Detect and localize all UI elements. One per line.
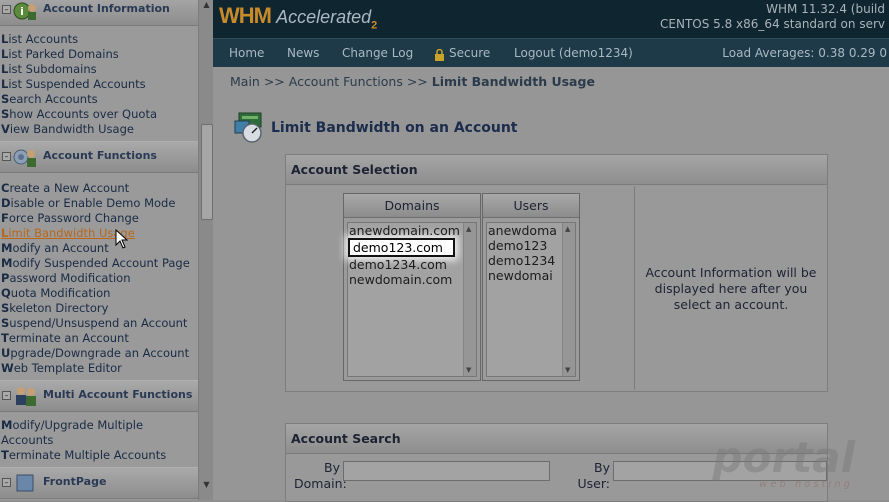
sidebar-item-skeleton-directory[interactable]: Skeleton Directory	[1, 301, 213, 316]
server-text: CENTOS 5.8 x86_64 standard on serv	[660, 17, 885, 31]
scroll-up-arrow-icon[interactable]: ▲	[199, 0, 214, 12]
main-content: WHM Accelerated2 WHM 11.32.4 (build CENT…	[213, 0, 889, 502]
sidebar-item-list-accounts[interactable]: List Accounts	[1, 32, 213, 47]
sidebar-item-list-subdomains[interactable]: List Subdomains	[1, 62, 213, 77]
domains-scrollbar[interactable]: ▲ ▼	[463, 223, 476, 376]
scroll-down-arrow-icon[interactable]: ▼	[199, 480, 214, 492]
user-option[interactable]: demo1234	[487, 253, 558, 268]
account-selection-panel: Account Selection Domains anewdomain.com…	[285, 154, 828, 392]
sidebar-item-demo-mode[interactable]: Disable or Enable Demo Mode	[1, 196, 213, 211]
sidebar-item-limit-bandwidth-usage[interactable]: Limit Bandwidth Usage	[1, 226, 213, 241]
collapse-icon[interactable]: –	[2, 478, 11, 487]
breadcrumb-path[interactable]: Main >> Account Functions >>	[230, 74, 432, 89]
sidebar-item-modify-upgrade-multiple[interactable]: Modify/Upgrade Multiple Accounts	[1, 418, 191, 448]
collapse-icon[interactable]: –	[2, 391, 11, 400]
mouse-cursor-icon	[115, 229, 129, 249]
logo-num: 2	[371, 19, 377, 32]
header: WHM Accelerated2 WHM 11.32.4 (build CENT…	[213, 0, 889, 38]
version-text: WHM 11.32.4 (build	[766, 2, 885, 16]
sidebar-item-modify-suspended-page[interactable]: Modify Suspended Account Page	[1, 256, 213, 271]
label-line: User:	[577, 476, 610, 491]
sidebar-item-modify-account[interactable]: Modify an Account	[1, 241, 213, 256]
top-nav: Home News Change Log Secure Logout (demo…	[213, 38, 889, 67]
by-domain-label: By Domain:	[294, 460, 347, 492]
whm-logo[interactable]: WHM Accelerated2	[219, 3, 377, 32]
multi-users-icon	[16, 387, 36, 406]
nav-logout[interactable]: Logout (demo1234)	[514, 46, 633, 60]
domain-option-selected[interactable]: demo123.com	[348, 238, 455, 257]
portal-watermark: portal	[712, 433, 855, 482]
scrollbar-thumb[interactable]	[201, 124, 213, 220]
scroll-up-arrow-icon[interactable]: ▲	[466, 225, 471, 233]
nav-news[interactable]: News	[287, 46, 319, 60]
domains-list[interactable]: anewdomain.com demo123.com demo1234.com …	[347, 222, 477, 377]
section-multi-account-functions[interactable]: – Multi Account Functions	[0, 380, 213, 412]
domain-option[interactable]: demo1234.com	[348, 257, 476, 272]
nav-secure[interactable]: Secure	[449, 46, 490, 60]
section-account-information[interactable]: – i Account Information	[0, 0, 213, 26]
logo-sub: Accelerated	[276, 7, 372, 27]
sidebar-item-show-accounts-over-quota[interactable]: Show Accounts over Quota	[1, 107, 213, 122]
section-title: Account Information	[43, 2, 170, 15]
bandwidth-gauge-icon	[234, 112, 262, 143]
users-header: Users	[483, 194, 579, 218]
user-option[interactable]: anewdoma	[487, 223, 558, 238]
users-listbox[interactable]: Users anewdoma demo123 demo1234 newdomai…	[482, 193, 580, 381]
scroll-down-arrow-icon[interactable]: ▼	[466, 366, 471, 374]
panel-title: Account Selection	[286, 155, 827, 185]
users-list[interactable]: anewdoma demo123 demo1234 newdomai ▲ ▼	[486, 222, 576, 377]
collapse-icon[interactable]: –	[2, 152, 11, 161]
sidebar-scrollbar[interactable]: ▲ ▼	[198, 0, 214, 500]
domain-search-input[interactable]	[343, 461, 550, 481]
breadcrumb-current: Limit Bandwidth Usage	[431, 74, 595, 89]
sidebar-item-password-modification[interactable]: Password Modification	[1, 271, 213, 286]
sidebar-item-list-suspended-accounts[interactable]: List Suspended Accounts	[1, 77, 213, 92]
sidebar-item-create-account[interactable]: Create a New Account	[1, 181, 213, 196]
frontpage-icon	[16, 474, 34, 492]
domains-header: Domains	[344, 194, 480, 218]
sidebar-item-terminate-multiple[interactable]: Terminate Multiple Accounts	[1, 448, 213, 463]
label-line: Domain:	[294, 476, 347, 491]
section-title: FrontPage	[43, 475, 107, 488]
nav-home[interactable]: Home	[229, 46, 264, 60]
user-option[interactable]: newdomai	[487, 268, 558, 283]
section-account-functions[interactable]: – Account Functions	[0, 141, 213, 173]
collapse-icon[interactable]: –	[2, 5, 11, 14]
by-user-label: By User:	[564, 460, 610, 492]
sidebar-item-web-template-editor[interactable]: Web Template Editor	[1, 361, 213, 376]
sidebar-item-list-parked-domains[interactable]: List Parked Domains	[1, 47, 213, 62]
account-functions-icon	[13, 149, 36, 167]
breadcrumb: Main >> Account Functions >> Limit Bandw…	[230, 74, 595, 89]
label-line: By	[324, 460, 340, 475]
logo-main: WHM	[219, 3, 272, 28]
user-option[interactable]: demo123	[487, 238, 558, 253]
sidebar: – i Account Information List Accounts Li…	[0, 0, 213, 500]
portal-watermark-sub: web hosting	[759, 479, 853, 490]
sidebar-item-quota-modification[interactable]: Quota Modification	[1, 286, 213, 301]
account-info-text: Account Information will be displayed he…	[645, 265, 817, 312]
sidebar-item-search-accounts[interactable]: Search Accounts	[1, 92, 213, 107]
sidebar-item-view-bandwidth-usage[interactable]: View Bandwidth Usage	[1, 122, 213, 137]
domains-listbox[interactable]: Domains anewdomain.com demo123.com demo1…	[343, 193, 481, 381]
sidebar-item-upgrade-downgrade[interactable]: Upgrade/Downgrade an Account	[1, 346, 213, 361]
page-title: Limit Bandwidth on an Account	[271, 120, 518, 136]
scroll-down-arrow-icon[interactable]: ▼	[565, 366, 570, 374]
sidebar-item-force-password-change[interactable]: Force Password Change	[1, 211, 213, 226]
sidebar-item-suspend-unsuspend[interactable]: Suspend/Unsuspend an Account	[1, 316, 213, 331]
lock-icon	[435, 46, 444, 65]
svg-text:i: i	[20, 5, 24, 18]
domain-option[interactable]: anewdomain.com	[348, 223, 476, 238]
divider	[634, 186, 635, 390]
scroll-up-arrow-icon[interactable]: ▲	[565, 225, 570, 233]
label-line: By	[594, 460, 610, 475]
domain-option[interactable]: newdomain.com	[348, 272, 476, 287]
nav-change-log[interactable]: Change Log	[342, 46, 413, 60]
section-title: Multi Account Functions	[43, 388, 193, 401]
sidebar-item-terminate-account[interactable]: Terminate an Account	[1, 331, 213, 346]
section-frontpage[interactable]: – FrontPage	[0, 467, 213, 499]
section-title: Account Functions	[43, 149, 157, 162]
users-scrollbar[interactable]: ▲ ▼	[562, 223, 575, 376]
load-averages: Load Averages: 0.38 0.29 0	[722, 46, 887, 60]
info-icon: i	[13, 2, 36, 20]
